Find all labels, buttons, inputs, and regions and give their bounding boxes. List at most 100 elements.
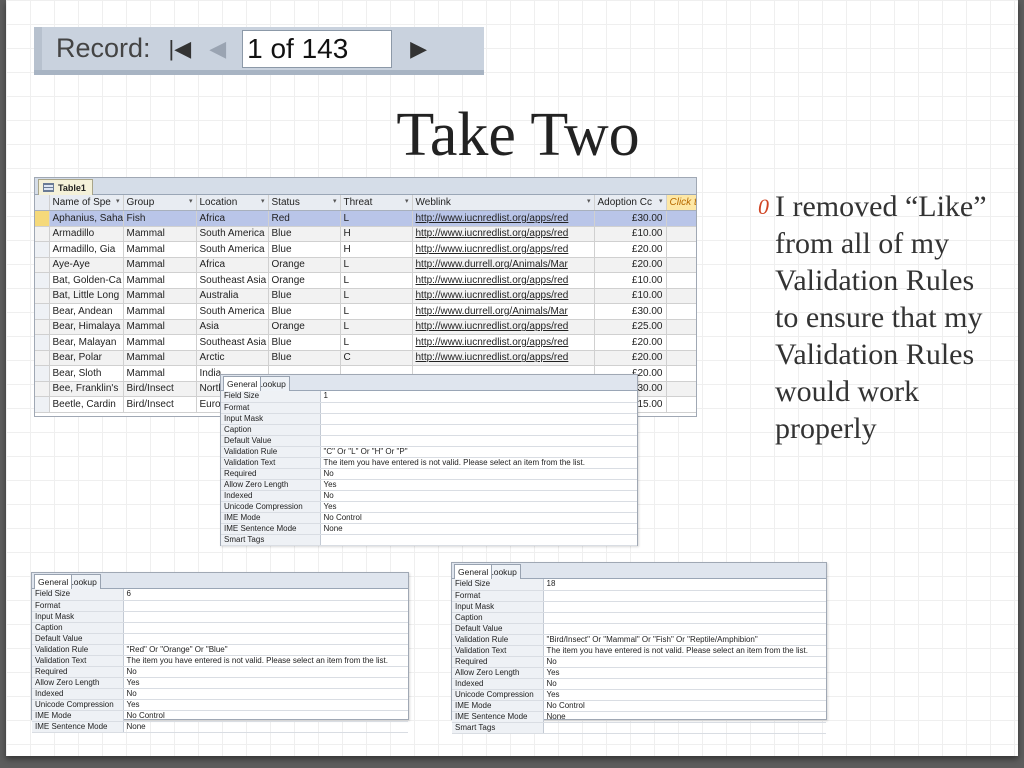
tab-general[interactable]: General [454,564,493,579]
table-row[interactable]: Bear, Himalaya Mammal Asia Orange Lhttp://ww… [35,319,696,335]
property-value[interactable] [123,611,408,623]
table-cell[interactable] [666,257,696,273]
property-value[interactable] [123,633,408,645]
table-cell[interactable]: Orange [268,257,341,273]
table-cell[interactable]: Orange [268,272,341,289]
table-cell[interactable]: South America [196,226,269,242]
table-cell[interactable]: H [340,241,413,258]
property-value[interactable] [320,435,637,447]
table-cell[interactable]: Mammal [123,350,197,366]
property-row[interactable]: Default Value [452,623,826,635]
table-cell[interactable]: Bear, Andean [49,303,124,320]
property-value[interactable] [123,622,408,634]
table-cell[interactable] [666,272,696,289]
property-row[interactable]: Validation Rule "Red" Or "Orange" Or "Blu… [32,644,408,656]
table-cell[interactable]: Arctic [196,350,269,366]
table-cell[interactable]: £10.00 [594,226,667,242]
column-dropdown-icon[interactable]: ▾ [405,197,409,205]
table-cell[interactable]: L [340,288,413,304]
tab-table1[interactable]: Table1 [38,179,93,195]
table-cell[interactable]: L [340,334,413,351]
property-row[interactable]: Caption [32,622,408,634]
table-row[interactable]: Armadillo Mammal South America Blue Hhttp://… [35,226,696,242]
table-cell[interactable]: Mammal [123,303,197,320]
property-value[interactable]: None [320,523,637,535]
table-cell[interactable]: Bear, Sloth [49,365,124,382]
weblink-cell[interactable]: http://www.iucnredlist.org/apps/red [412,272,595,289]
property-row[interactable]: IME Sentence Mode None [32,721,408,733]
column-dropdown-icon[interactable]: ▾ [261,197,265,205]
column-header[interactable]: Status ▾ [268,195,341,211]
property-value[interactable] [320,413,637,425]
table-cell[interactable]: £10.00 [594,272,667,289]
property-row[interactable]: Unicode Compression Yes [221,501,637,513]
property-value[interactable]: The item you have entered is not valid. … [543,645,826,657]
table-cell[interactable]: L [340,272,413,289]
property-value[interactable] [320,534,637,546]
table-cell[interactable]: L [340,257,413,273]
column-header[interactable]: Location ▾ [196,195,269,211]
previous-record-icon[interactable]: ◀ [209,37,226,60]
property-row[interactable]: IME Mode No Control [32,710,408,722]
row-selector[interactable] [35,350,50,366]
table-cell[interactable]: £10.00 [594,288,667,304]
property-value[interactable]: None [123,721,408,733]
table-cell[interactable] [666,303,696,320]
property-value[interactable]: Yes [543,689,826,701]
property-value[interactable] [123,600,408,612]
column-dropdown-icon[interactable]: ▾ [333,197,337,205]
property-row[interactable]: Caption [452,612,826,624]
property-value[interactable] [543,722,826,734]
property-value[interactable]: No [123,688,408,700]
column-header[interactable]: Name of Spe ▾ [49,195,124,211]
table-cell[interactable] [666,319,696,335]
table-cell[interactable]: Bear, Himalaya [49,319,124,335]
table-cell[interactable]: Bat, Golden-Ca [49,272,124,289]
row-selector[interactable] [35,381,50,397]
property-row[interactable]: Input Mask [452,601,826,613]
table-cell[interactable]: £30.00 [594,303,667,320]
column-dropdown-icon[interactable]: ▾ [587,197,591,205]
table-cell[interactable]: Southeast Asia [196,334,269,351]
property-row[interactable]: Allow Zero Length Yes [221,479,637,491]
weblink-cell[interactable]: http://www.durrell.org/Animals/Mar [412,303,595,320]
weblink-cell[interactable]: http://www.iucnredlist.org/apps/red [412,334,595,351]
table-cell[interactable]: Bear, Malayan [49,334,124,351]
table-cell[interactable]: Blue [268,350,341,366]
column-header[interactable]: Weblink ▾ [412,195,595,211]
next-record-icon[interactable]: ▶ [410,37,427,60]
table-row[interactable]: Bat, Little Long Mammal Australia Blue Lhttp… [35,288,696,304]
property-row[interactable]: Format [221,402,637,414]
table-cell[interactable]: Blue [268,241,341,258]
table-cell[interactable]: Aye-Aye [49,257,124,273]
table-cell[interactable]: Beetle, Cardin [49,396,124,413]
property-value[interactable] [320,424,637,436]
table-cell[interactable]: Mammal [123,319,197,335]
column-dropdown-icon[interactable]: ▾ [189,197,193,205]
property-row[interactable]: Input Mask [32,611,408,623]
table-cell[interactable]: Bee, Franklin's [49,381,124,397]
row-selector[interactable] [35,226,50,242]
property-value[interactable]: The item you have entered is not valid. … [320,457,637,469]
property-row[interactable]: Validation Rule "C" Or "L" Or "H" Or "P" [221,446,637,458]
table-cell[interactable]: South America [196,303,269,320]
property-row[interactable]: Validation Text The item you have entered… [32,655,408,667]
property-row[interactable]: Allow Zero Length Yes [32,677,408,689]
row-selector[interactable] [35,241,50,258]
table-cell[interactable]: £25.00 [594,319,667,335]
property-value[interactable]: No [543,656,826,668]
property-value[interactable]: 6 [123,589,408,601]
row-selector[interactable] [35,257,50,273]
property-row[interactable]: IME Mode No Control [452,700,826,712]
property-row[interactable]: Allow Zero Length Yes [452,667,826,679]
table-cell[interactable]: H [340,226,413,242]
table-cell[interactable]: South America [196,241,269,258]
table-cell[interactable]: Southeast Asia [196,272,269,289]
property-value[interactable]: The item you have entered is not valid. … [123,655,408,667]
table-cell[interactable]: Armadillo, Gia [49,241,124,258]
property-row[interactable]: Required No [452,656,826,668]
column-header[interactable]: Threat ▾ [340,195,413,211]
table-cell[interactable]: Blue [268,288,341,304]
property-row[interactable]: Unicode Compression Yes [452,689,826,701]
table-row[interactable]: Bat, Golden-Ca Mammal Southeast Asia Orange… [35,272,696,289]
